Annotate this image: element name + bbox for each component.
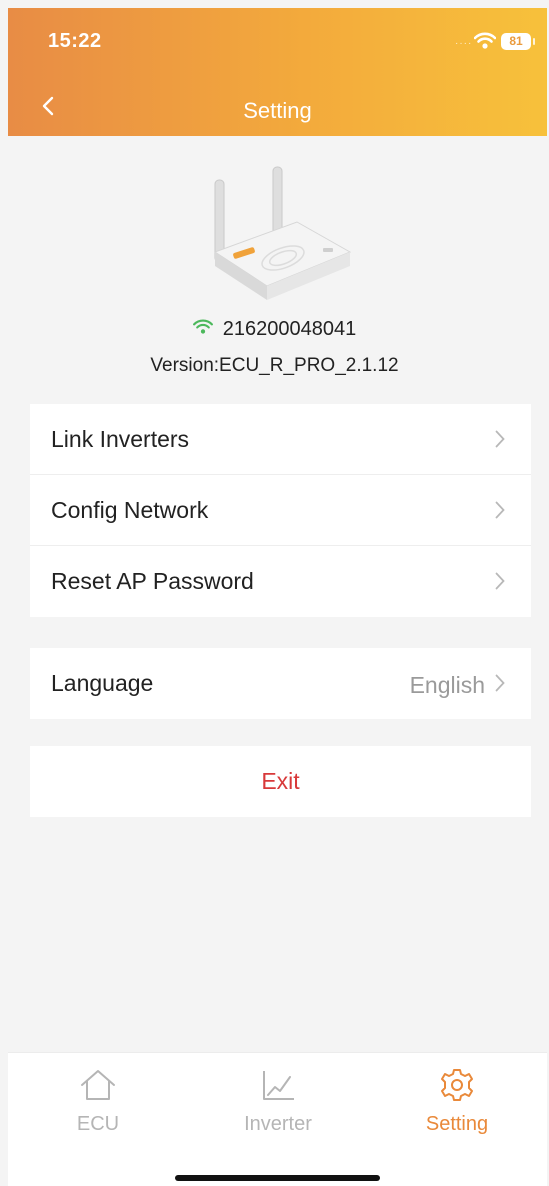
menu-item-label: Reset AP Password — [51, 568, 254, 594]
chevron-right-icon — [495, 501, 505, 524]
chevron-right-icon — [495, 572, 505, 595]
language-label: Language — [51, 670, 154, 696]
home-indicator — [175, 1175, 380, 1181]
exit-card: Exit — [30, 746, 531, 817]
gear-icon — [437, 1067, 477, 1108]
language-card: Language English — [30, 648, 531, 719]
bottom-tab-bar: ECU Inverter Setting — [8, 1052, 547, 1186]
language-value: English — [409, 672, 485, 698]
status-time: 15:22 — [48, 30, 102, 52]
chevron-right-icon — [495, 430, 505, 453]
tab-label: ECU — [76, 1113, 120, 1135]
menu-item-link-inverters[interactable]: Link Inverters — [30, 404, 531, 475]
menu-item-reset-ap-password[interactable]: Reset AP Password — [30, 546, 531, 617]
page-title: Setting — [243, 98, 312, 123]
battery-level: 81 — [501, 33, 535, 50]
device-router-image — [205, 160, 355, 310]
chevron-right-icon — [495, 674, 505, 697]
device-version: Version:ECU_R_PRO_2.1.12 — [150, 355, 399, 376]
tab-label: Inverter — [244, 1113, 312, 1135]
tab-label: Setting — [425, 1113, 489, 1135]
menu-item-config-network[interactable]: Config Network — [30, 475, 531, 546]
tab-setting[interactable]: Setting — [367, 1053, 547, 1153]
device-serial-row: 216200048041 — [0, 318, 549, 341]
tab-ecu[interactable]: ECU — [8, 1053, 188, 1153]
signal-dots-icon: ···· — [455, 38, 473, 49]
chart-icon — [258, 1067, 298, 1108]
menu-item-label: Link Inverters — [51, 425, 190, 452]
menu-item-label: Config Network — [51, 496, 209, 523]
header-bar: 15:22 ···· 81 Setting — [8, 8, 547, 136]
menu-item-language[interactable]: Language English — [30, 648, 531, 719]
device-serial-number: 216200048041 — [222, 318, 357, 340]
home-icon — [78, 1067, 118, 1108]
tab-inverter[interactable]: Inverter — [188, 1053, 368, 1153]
app-screen: 15:22 ···· 81 Setting 216200048041 Versi… — [0, 0, 549, 1186]
wifi-status-icon — [473, 32, 497, 55]
wifi-connected-icon — [192, 318, 213, 341]
settings-menu-card: Link Inverters Config Network Reset AP P… — [30, 404, 531, 617]
exit-button[interactable]: Exit — [30, 746, 531, 817]
